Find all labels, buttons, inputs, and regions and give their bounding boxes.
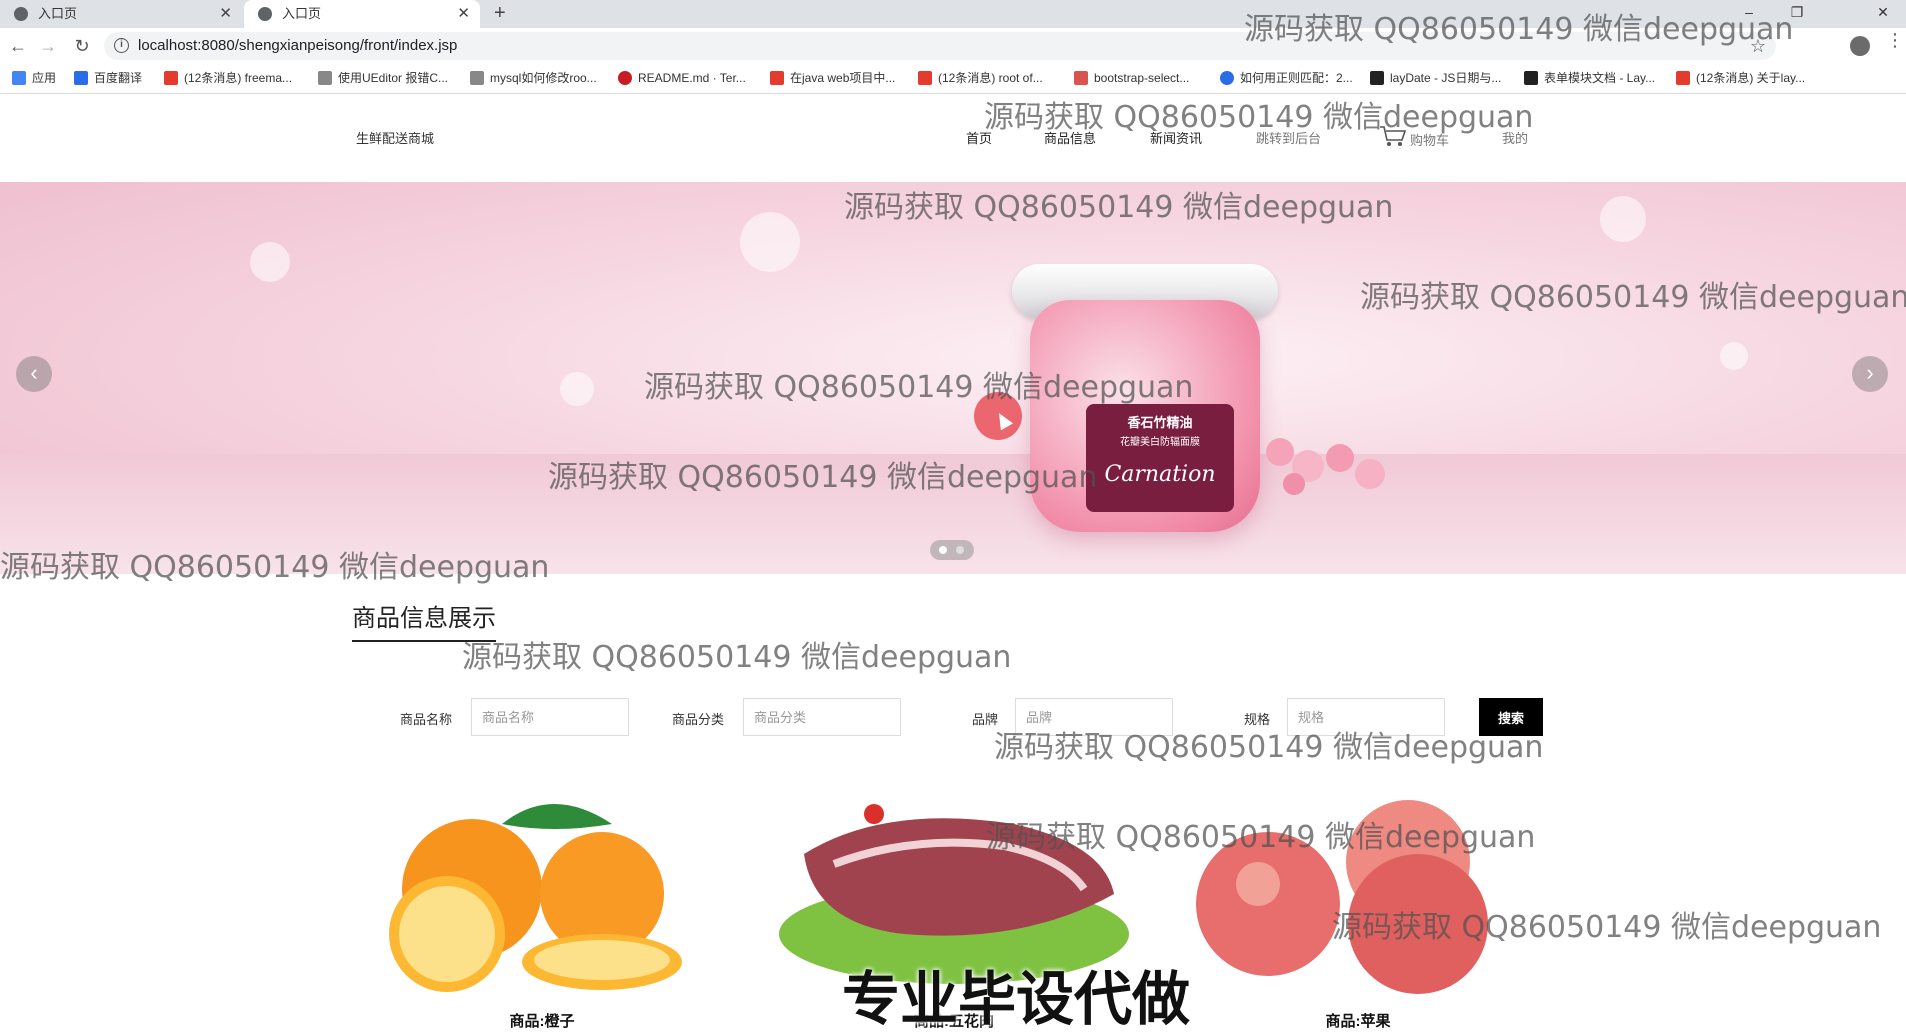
watermark-text: 源码获取 QQ86050149 微信deepguan (462, 640, 1012, 675)
csdn-icon (770, 71, 784, 85)
search-button[interactable]: 搜索 (1479, 698, 1543, 736)
product-category-input[interactable] (743, 698, 901, 736)
tab-title: 入口页 (38, 6, 78, 21)
shopping-cart-icon[interactable] (1378, 124, 1408, 148)
nav-products[interactable]: 商品信息 (1044, 128, 1096, 147)
profile-avatar-icon[interactable] (1850, 36, 1870, 56)
filter-label-spec: 规格 (1244, 712, 1271, 727)
info-icon[interactable]: i (114, 38, 129, 53)
nav-admin[interactable]: 跳转到后台 (1256, 128, 1321, 147)
nav-home[interactable]: 首页 (966, 128, 992, 147)
bookmark-item[interactable]: layDate - JS日期与... (1370, 64, 1501, 92)
pork-belly-image[interactable] (764, 784, 1144, 994)
nav-cart[interactable]: 购物车 (1410, 130, 1449, 149)
browser-tab-1[interactable]: 入口页 ✕ (0, 0, 242, 28)
banner-carousel[interactable]: 香石竹精油 花瓣美白防辐面膜 Carnation (0, 182, 1906, 574)
bookmark-star-icon[interactable]: ☆ (1750, 32, 1766, 60)
bootstrap-icon (1074, 71, 1088, 85)
carousel-prev-button[interactable]: ‹ (16, 356, 52, 392)
minimize-button[interactable]: – (1726, 0, 1772, 28)
bokeh-light (1720, 342, 1748, 370)
bookmark-item[interactable]: 百度翻译 (74, 64, 142, 92)
csdn-icon (918, 71, 932, 85)
forward-arrow-icon[interactable]: → (36, 34, 60, 58)
globe-icon (258, 7, 272, 21)
bookmark-item[interactable]: README.md · Ter... (618, 64, 746, 92)
bookmark-item[interactable]: 表单模块文档 - Lay... (1524, 64, 1655, 92)
carousel-dot[interactable] (956, 546, 964, 554)
url-text[interactable]: localhost:8080/shengxianpeisong/front/in… (138, 32, 457, 60)
filter-label-name: 商品名称 (400, 712, 453, 727)
close-window-button[interactable]: ✕ (1860, 0, 1906, 28)
section-underline (352, 640, 496, 642)
baidu-translate-icon (74, 71, 88, 85)
spec-input[interactable] (1287, 698, 1445, 736)
carousel-indicators (930, 540, 974, 560)
roses-decoration (1266, 438, 1385, 495)
gitee-icon (618, 71, 632, 85)
globe-icon (14, 7, 28, 21)
restore-button[interactable]: ❐ (1774, 0, 1820, 28)
close-icon[interactable]: ✕ (457, 0, 470, 28)
nav-mine[interactable]: 我的 (1502, 128, 1528, 147)
nav-news[interactable]: 新闻资讯 (1150, 128, 1202, 147)
brand-input[interactable] (1015, 698, 1173, 736)
address-bar[interactable]: i localhost:8080/shengxianpeisong/front/… (104, 32, 1776, 60)
layui-icon (1524, 71, 1538, 85)
bookmark-item[interactable]: (12条消息) root of... (918, 64, 1043, 92)
product-card[interactable]: 商品:五花肉 (764, 784, 1144, 1030)
apple-image[interactable] (1168, 784, 1548, 994)
browser-toolbar: ← → ↻ i localhost:8080/shengxianpeisong/… (0, 28, 1906, 64)
browser-tab-bar: 入口页 ✕ 入口页 ✕ + – ❐ ✕ (0, 0, 1906, 28)
carousel-dot[interactable] (939, 546, 947, 554)
bookmark-item[interactable]: mysql如何修改roo... (470, 64, 597, 92)
filter-label-brand: 品牌 (972, 712, 999, 727)
site-header: 生鲜配送商城 首页 商品信息 新闻资讯 跳转到后台 购物车 我的 (0, 94, 1906, 182)
apps-grid-icon (12, 71, 26, 85)
bookmark-item[interactable]: 如何用正则匹配：2... (1220, 64, 1353, 92)
bookmark-item[interactable]: (12条消息) 关于lay... (1676, 64, 1805, 92)
tab-title: 入口页 (282, 6, 322, 21)
bookmarks-bar: 应用 百度翻译 (12条消息) freema... 使用UEditor 报错C.… (0, 64, 1906, 94)
product-card[interactable]: 商品:苹果 (1168, 784, 1548, 1030)
bokeh-light (1600, 196, 1646, 242)
site-brand[interactable]: 生鲜配送商城 (356, 128, 434, 147)
bookmark-item[interactable]: 使用UEditor 报错C... (318, 64, 448, 92)
baidu-paw-icon (1220, 71, 1234, 85)
jar-label: 香石竹精油 花瓣美白防辐面膜 Carnation (1086, 404, 1234, 512)
menu-kebab-icon[interactable]: ⋮ (1886, 30, 1904, 51)
layui-icon (1370, 71, 1384, 85)
back-arrow-icon[interactable]: ← (6, 34, 30, 58)
link-icon (318, 71, 332, 85)
product-name-input[interactable] (471, 698, 629, 736)
filter-label-category: 商品分类 (672, 712, 725, 727)
browser-tab-2[interactable]: 入口页 ✕ (244, 0, 480, 28)
carousel-next-button[interactable]: › (1852, 356, 1888, 392)
bokeh-light (740, 212, 800, 272)
bokeh-light (250, 242, 290, 282)
bokeh-light (560, 372, 594, 406)
product-card[interactable]: 商品:橙子 (352, 784, 732, 1030)
bookmark-item[interactable]: (12条消息) freema... (164, 64, 292, 92)
reload-icon[interactable]: ↻ (70, 34, 94, 58)
orange-image[interactable] (352, 784, 732, 994)
close-icon[interactable]: ✕ (219, 0, 232, 28)
link-icon (470, 71, 484, 85)
bookmark-item[interactable]: 应用 (12, 64, 56, 92)
bookmark-item[interactable]: 在java web项目中... (770, 64, 895, 92)
csdn-icon (164, 71, 178, 85)
bookmark-item[interactable]: bootstrap-select... (1074, 64, 1189, 92)
csdn-icon (1676, 71, 1690, 85)
new-tab-button[interactable]: + (494, 0, 506, 26)
section-title: 商品信息展示 (352, 605, 496, 632)
